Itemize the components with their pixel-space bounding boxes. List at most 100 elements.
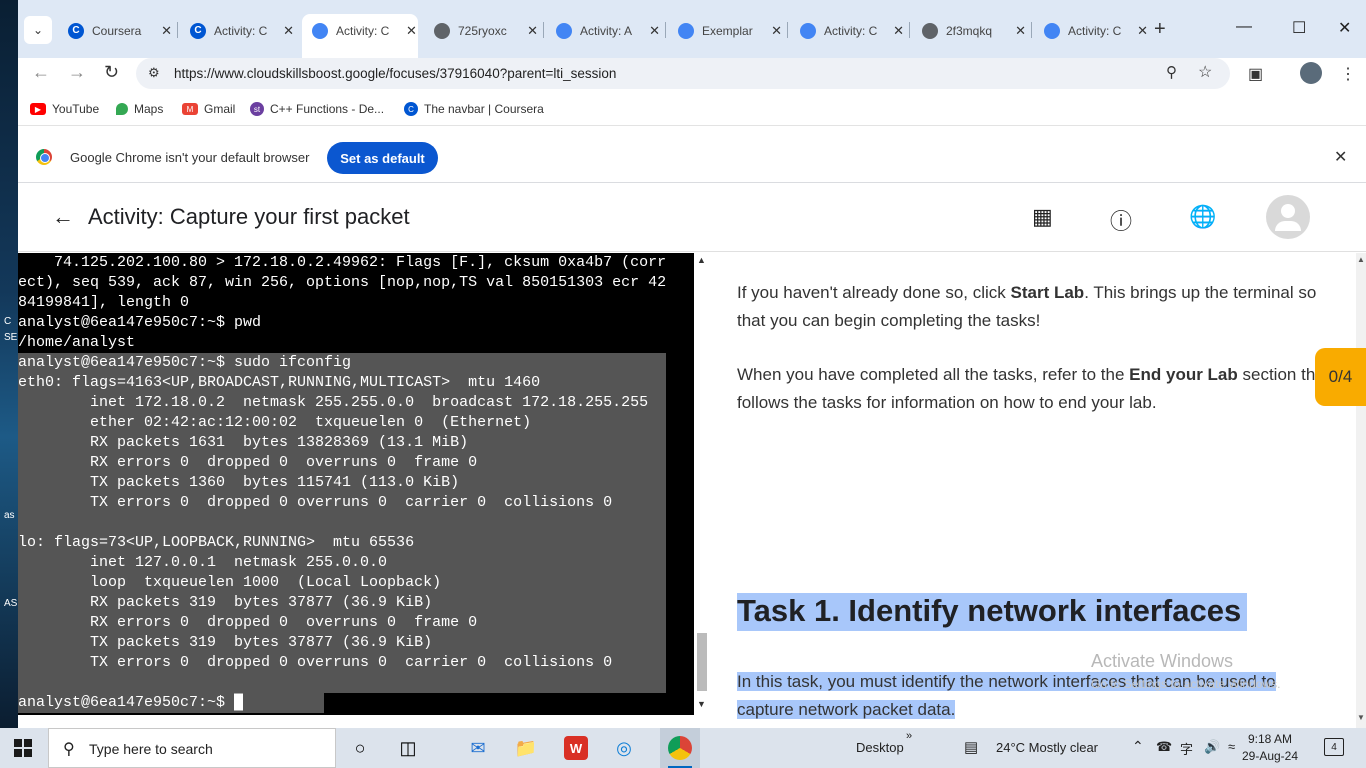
help-icon[interactable]: ⓘ (1110, 204, 1132, 236)
maximize-button[interactable]: ☐ (1292, 18, 1306, 38)
reload-button[interactable]: ↻ (104, 62, 119, 83)
bookmark-cpp-functions[interactable]: st C++ Functions - De... (250, 102, 384, 116)
terminal-line: lo: flags=73<UP,LOOPBACK,RUNNING> mtu 65… (18, 533, 666, 553)
arrow-right-icon: → (68, 62, 86, 82)
close-window-button[interactable]: ✕ (1338, 18, 1351, 38)
terminal-line: RX errors 0 dropped 0 overruns 0 frame 0 (18, 453, 666, 473)
tab-title: Coursera (92, 23, 142, 38)
browser-tab[interactable]: 725ryoxc ✕ (424, 14, 538, 47)
browser-tab[interactable]: C Coursera ✕ (58, 14, 172, 47)
intro-paragraph: If you haven't already done so, click St… (737, 279, 1337, 335)
close-tab-icon[interactable]: ✕ (649, 23, 660, 39)
chrome-taskbar-icon[interactable] (668, 736, 692, 760)
terminal-line: loop txqueuelen 1000 (Local Loopback) (18, 573, 666, 593)
close-tab-icon[interactable]: ✕ (283, 23, 294, 39)
network-device-icon[interactable]: ☎ (1156, 739, 1172, 755)
terminal-line: analyst@6ea147e950c7:~$ sudo ifconfig (18, 353, 666, 373)
weather-text[interactable]: 24°C Mostly clear (996, 740, 1098, 755)
notification-center-button[interactable]: 4 (1324, 738, 1344, 756)
site-info-icon[interactable]: ⚙ (148, 65, 160, 81)
taskbar-search-box[interactable]: ⚲ Type here to search (48, 728, 336, 768)
wps-office-icon[interactable]: W (564, 736, 588, 760)
close-tab-icon[interactable]: ✕ (1137, 23, 1148, 39)
url-text[interactable]: https://www.cloudskillsboost.google/focu… (174, 66, 616, 81)
input-language-icon[interactable]: 字 (1180, 739, 1193, 758)
close-tab-icon[interactable]: ✕ (1015, 23, 1026, 39)
scroll-up-icon[interactable]: ▲ (697, 255, 706, 265)
volume-icon[interactable]: 🔊 (1204, 739, 1220, 755)
address-bar[interactable]: ⚙ https://www.cloudskillsboost.google/fo… (136, 58, 1230, 89)
scroll-up-icon[interactable]: ▲ (1357, 255, 1365, 264)
tab-title: 725ryoxc (458, 23, 507, 38)
forward-button[interactable]: → (68, 62, 86, 83)
google-cloud-icon (800, 22, 816, 39)
task-view-icon[interactable]: ◫ (396, 736, 420, 760)
bookmark-coursera-navbar[interactable]: C The navbar | Coursera (404, 102, 544, 116)
tab-separator (543, 22, 544, 38)
extensions-icon[interactable]: ▣ (1248, 64, 1263, 84)
browser-tab[interactable]: Activity: C ✕ (1034, 14, 1148, 47)
globe-icon (922, 22, 938, 39)
user-avatar[interactable] (1266, 195, 1310, 239)
bookmark-label: Maps (134, 102, 164, 116)
language-globe-icon[interactable]: 🌐 (1189, 204, 1216, 230)
google-cloud-icon (312, 23, 328, 39)
minimize-button[interactable]: — (1236, 18, 1252, 36)
bookmark-gmail[interactable]: M Gmail (182, 102, 235, 116)
close-tab-icon[interactable]: ✕ (771, 23, 782, 39)
browser-tab[interactable]: Activity: C ✕ (790, 14, 904, 47)
page-scrollbar[interactable]: ▲ ▼ (1356, 253, 1366, 728)
browser-tab[interactable]: 2f3mqkq ✕ (912, 14, 1026, 47)
close-infobar-button[interactable]: ✕ (1334, 147, 1347, 167)
set-as-default-button[interactable]: Set as default (327, 142, 438, 174)
page-header: ← Activity: Capture your first packet ▦ … (18, 184, 1366, 252)
search-icon: ⚲ (63, 741, 75, 758)
chevron-up-icon[interactable]: » (906, 730, 912, 742)
tab-search-button[interactable]: ⌄ (24, 16, 52, 44)
new-tab-button[interactable]: + (1154, 18, 1166, 41)
text: If you haven't already done so, click (737, 283, 1011, 302)
coursera-icon: C (404, 102, 418, 116)
arrow-left-icon: ← (52, 204, 74, 229)
close-tab-icon[interactable]: ✕ (161, 23, 172, 39)
windows-start-button[interactable] (14, 739, 32, 757)
score-badge[interactable]: 0/4 (1315, 348, 1366, 406)
terminal-output[interactable]: 74.125.202.100.80 > 172.18.0.2.49962: Fl… (18, 253, 694, 715)
wifi-icon[interactable]: ≈ (1228, 739, 1235, 754)
more-menu-icon[interactable]: ⋮ (1340, 64, 1356, 84)
desktop-toolbar-label[interactable]: Desktop (856, 740, 904, 755)
browser-tab[interactable]: Exemplar ✕ (668, 14, 782, 47)
default-browser-infobar: Google Chrome isn't your default browser… (18, 131, 1366, 183)
back-arrow-button[interactable]: ← (52, 204, 74, 230)
tab-title: 2f3mqkq (946, 23, 993, 38)
close-tab-icon[interactable]: ✕ (406, 23, 417, 39)
profile-avatar[interactable] (1300, 62, 1322, 84)
back-button[interactable]: ← (32, 62, 50, 83)
weather-icon[interactable]: ▤ (964, 738, 978, 756)
zoom-icon[interactable]: ⚲ (1166, 63, 1177, 81)
bookmark-star-icon[interactable]: ☆ (1198, 62, 1212, 82)
browser-tab[interactable]: Activity: C ✕ (302, 14, 418, 58)
mail-icon[interactable]: ✉ (466, 736, 490, 760)
file-explorer-icon[interactable]: 📁 (514, 736, 538, 760)
scrollbar-thumb[interactable] (697, 633, 707, 691)
bookmark-youtube[interactable]: ▶ YouTube (30, 102, 99, 116)
arrow-left-icon: ← (32, 62, 50, 82)
scroll-down-icon[interactable]: ▼ (1357, 713, 1365, 722)
browser-tab[interactable]: Activity: A ✕ (546, 14, 660, 47)
bookmark-maps[interactable]: Maps (116, 102, 163, 116)
tray-overflow-icon[interactable]: ⌃ (1132, 738, 1144, 755)
terminal-scrollbar[interactable]: ▲ ▼ (694, 253, 711, 715)
tab-strip: ⌄ C Coursera ✕ C Activity: C ✕ Activity: C ✕ 725… (18, 0, 1366, 58)
browser-tab[interactable]: C Activity: C ✕ (180, 14, 294, 47)
system-clock[interactable]: 9:18 AM 29-Aug-24 (1236, 731, 1304, 765)
google-cloud-icon (556, 22, 572, 39)
windows-taskbar: ⚲ Type here to search ○ ◫ ✉ 📁 W ◎ Deskto… (0, 728, 1366, 768)
scroll-down-icon[interactable]: ▼ (697, 699, 706, 709)
dashboard-icon[interactable]: ▦ (1032, 204, 1053, 230)
close-tab-icon[interactable]: ✕ (527, 23, 538, 39)
edge-icon[interactable]: ◎ (612, 736, 636, 760)
tab-title: Activity: A (580, 23, 633, 38)
close-tab-icon[interactable]: ✕ (893, 23, 904, 39)
cortana-icon[interactable]: ○ (348, 736, 372, 760)
